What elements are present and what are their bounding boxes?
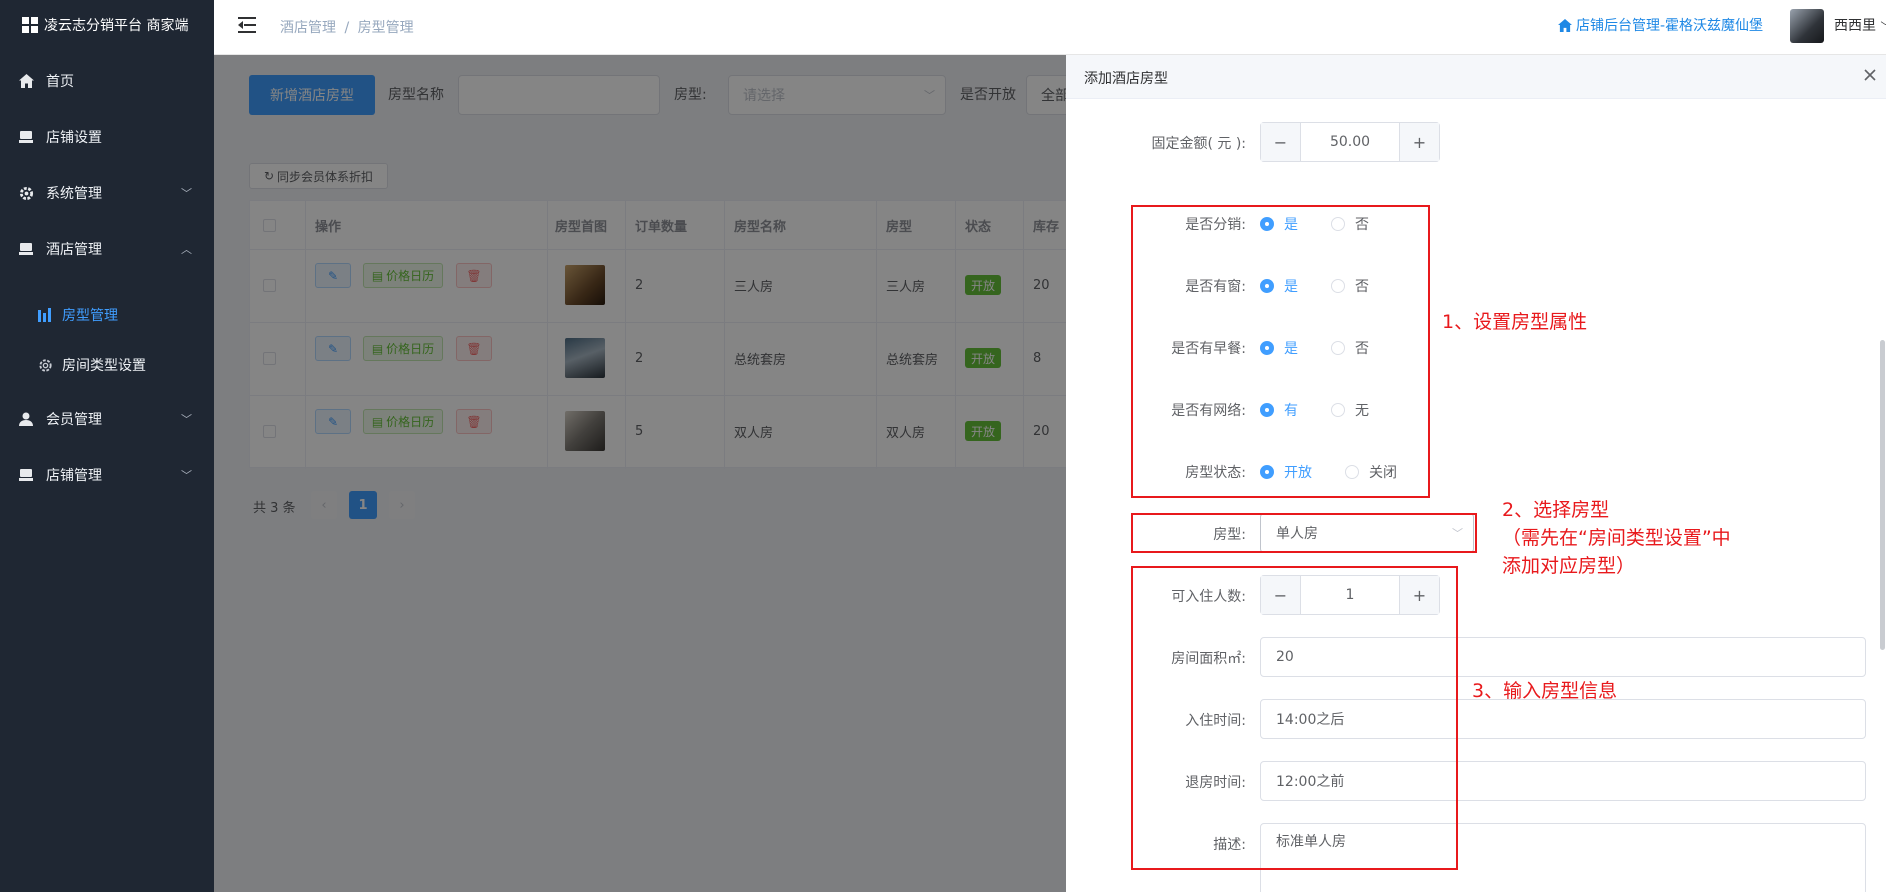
annotation-note-2: 2、选择房型 (1502, 499, 1610, 521)
chevron-down-icon: ﹀ (181, 413, 192, 426)
sidebar-item-label: 酒店管理 (46, 242, 102, 258)
top-header: 酒店管理 / 房型管理 店铺后台管理-霍格沃兹魔仙堡 西西里 ﹀ (214, 0, 1886, 55)
close-icon[interactable] (1860, 65, 1880, 85)
user-name-label: 西西里 (1834, 18, 1876, 34)
fixed-amount-value[interactable]: 50.00 (1301, 123, 1399, 161)
sidebar-item-shop[interactable]: 店铺管理 ﹀ (0, 447, 214, 503)
breadcrumb-current: 房型管理 (357, 20, 414, 36)
app-logo: 凌云志分销平台 商家端 (22, 14, 188, 36)
menu-toggle-icon[interactable] (238, 17, 256, 33)
user-icon (18, 411, 34, 427)
annotation-note-2b: （需先在“房间类型设置”中 (1502, 527, 1731, 549)
chevron-up-icon: ︿ (181, 243, 192, 256)
chevron-down-icon: ﹀ (181, 469, 192, 482)
annotation-box-room-type (1131, 513, 1477, 553)
decrement-button[interactable]: − (1261, 123, 1301, 161)
sidebar-item-label: 店铺管理 (46, 468, 102, 484)
sidebar-item-system[interactable]: 系统管理 ﹀ (0, 165, 214, 221)
sidebar-item-label: 系统管理 (46, 186, 102, 202)
breadcrumb-separator: / (344, 20, 350, 36)
user-name[interactable]: 西西里 ﹀ (1834, 15, 1886, 35)
annotation-note-1: 1、设置房型属性 (1442, 311, 1588, 333)
gear-icon (18, 185, 34, 201)
sidebar-item-room-type[interactable]: 房型管理 (0, 290, 214, 340)
sidebar-item-label: 房型管理 (62, 308, 118, 324)
breadcrumb-parent[interactable]: 酒店管理 (280, 20, 336, 36)
sidebar-item-label: 会员管理 (46, 412, 102, 428)
store-icon (18, 129, 34, 145)
modal-overlay[interactable] (214, 55, 1066, 892)
grid-icon (22, 17, 38, 33)
home-icon (18, 73, 34, 89)
annotation-note-2c: 添加对应房型） (1502, 555, 1636, 577)
chevron-down-icon: ﹀ (1880, 22, 1886, 33)
chart-icon (38, 308, 54, 322)
increment-button[interactable]: + (1399, 123, 1439, 161)
sidebar-item-home[interactable]: 首页 (0, 53, 214, 109)
drawer-title: 添加酒店房型 (1084, 71, 1168, 87)
sidebar-item-room-category[interactable]: 房间类型设置 (0, 340, 214, 390)
store-icon (18, 467, 34, 483)
fixed-amount-label: 固定金额( 元 ): (1151, 136, 1246, 152)
store-home-label: 店铺后台管理-霍格沃兹魔仙堡 (1576, 18, 1764, 34)
sidebar-item-label: 房间类型设置 (62, 358, 146, 374)
drawer-scrollbar[interactable] (1880, 340, 1885, 650)
sidebar-item-store-settings[interactable]: 店铺设置 (0, 109, 214, 165)
breadcrumb: 酒店管理 / 房型管理 (280, 17, 414, 37)
annotation-box-attributes (1131, 205, 1430, 498)
sidebar-item-members[interactable]: 会员管理 ﹀ (0, 391, 214, 447)
fixed-amount-stepper[interactable]: − 50.00 + (1260, 122, 1440, 162)
avatar[interactable] (1790, 9, 1824, 43)
gear-icon (38, 358, 54, 373)
chevron-down-icon: ﹀ (181, 187, 192, 200)
store-icon (18, 241, 34, 257)
app-title: 凌云志分销平台 商家端 (44, 18, 189, 34)
store-home-link[interactable]: 店铺后台管理-霍格沃兹魔仙堡 (1558, 15, 1763, 35)
sidebar-item-hotel[interactable]: 酒店管理 ︿ (0, 221, 214, 277)
sidebar-item-label: 首页 (46, 74, 74, 90)
annotation-note-3: 3、输入房型信息 (1472, 680, 1618, 702)
sidebar: 凌云志分销平台 商家端 首页 店铺设置 系统管理 ﹀ 酒店管理 ︿ 房型管理 房… (0, 0, 214, 892)
drawer-header: 添加酒店房型 (1066, 55, 1886, 99)
sidebar-item-label: 店铺设置 (46, 130, 102, 146)
home-icon (1558, 18, 1572, 32)
annotation-box-room-info (1131, 566, 1458, 870)
